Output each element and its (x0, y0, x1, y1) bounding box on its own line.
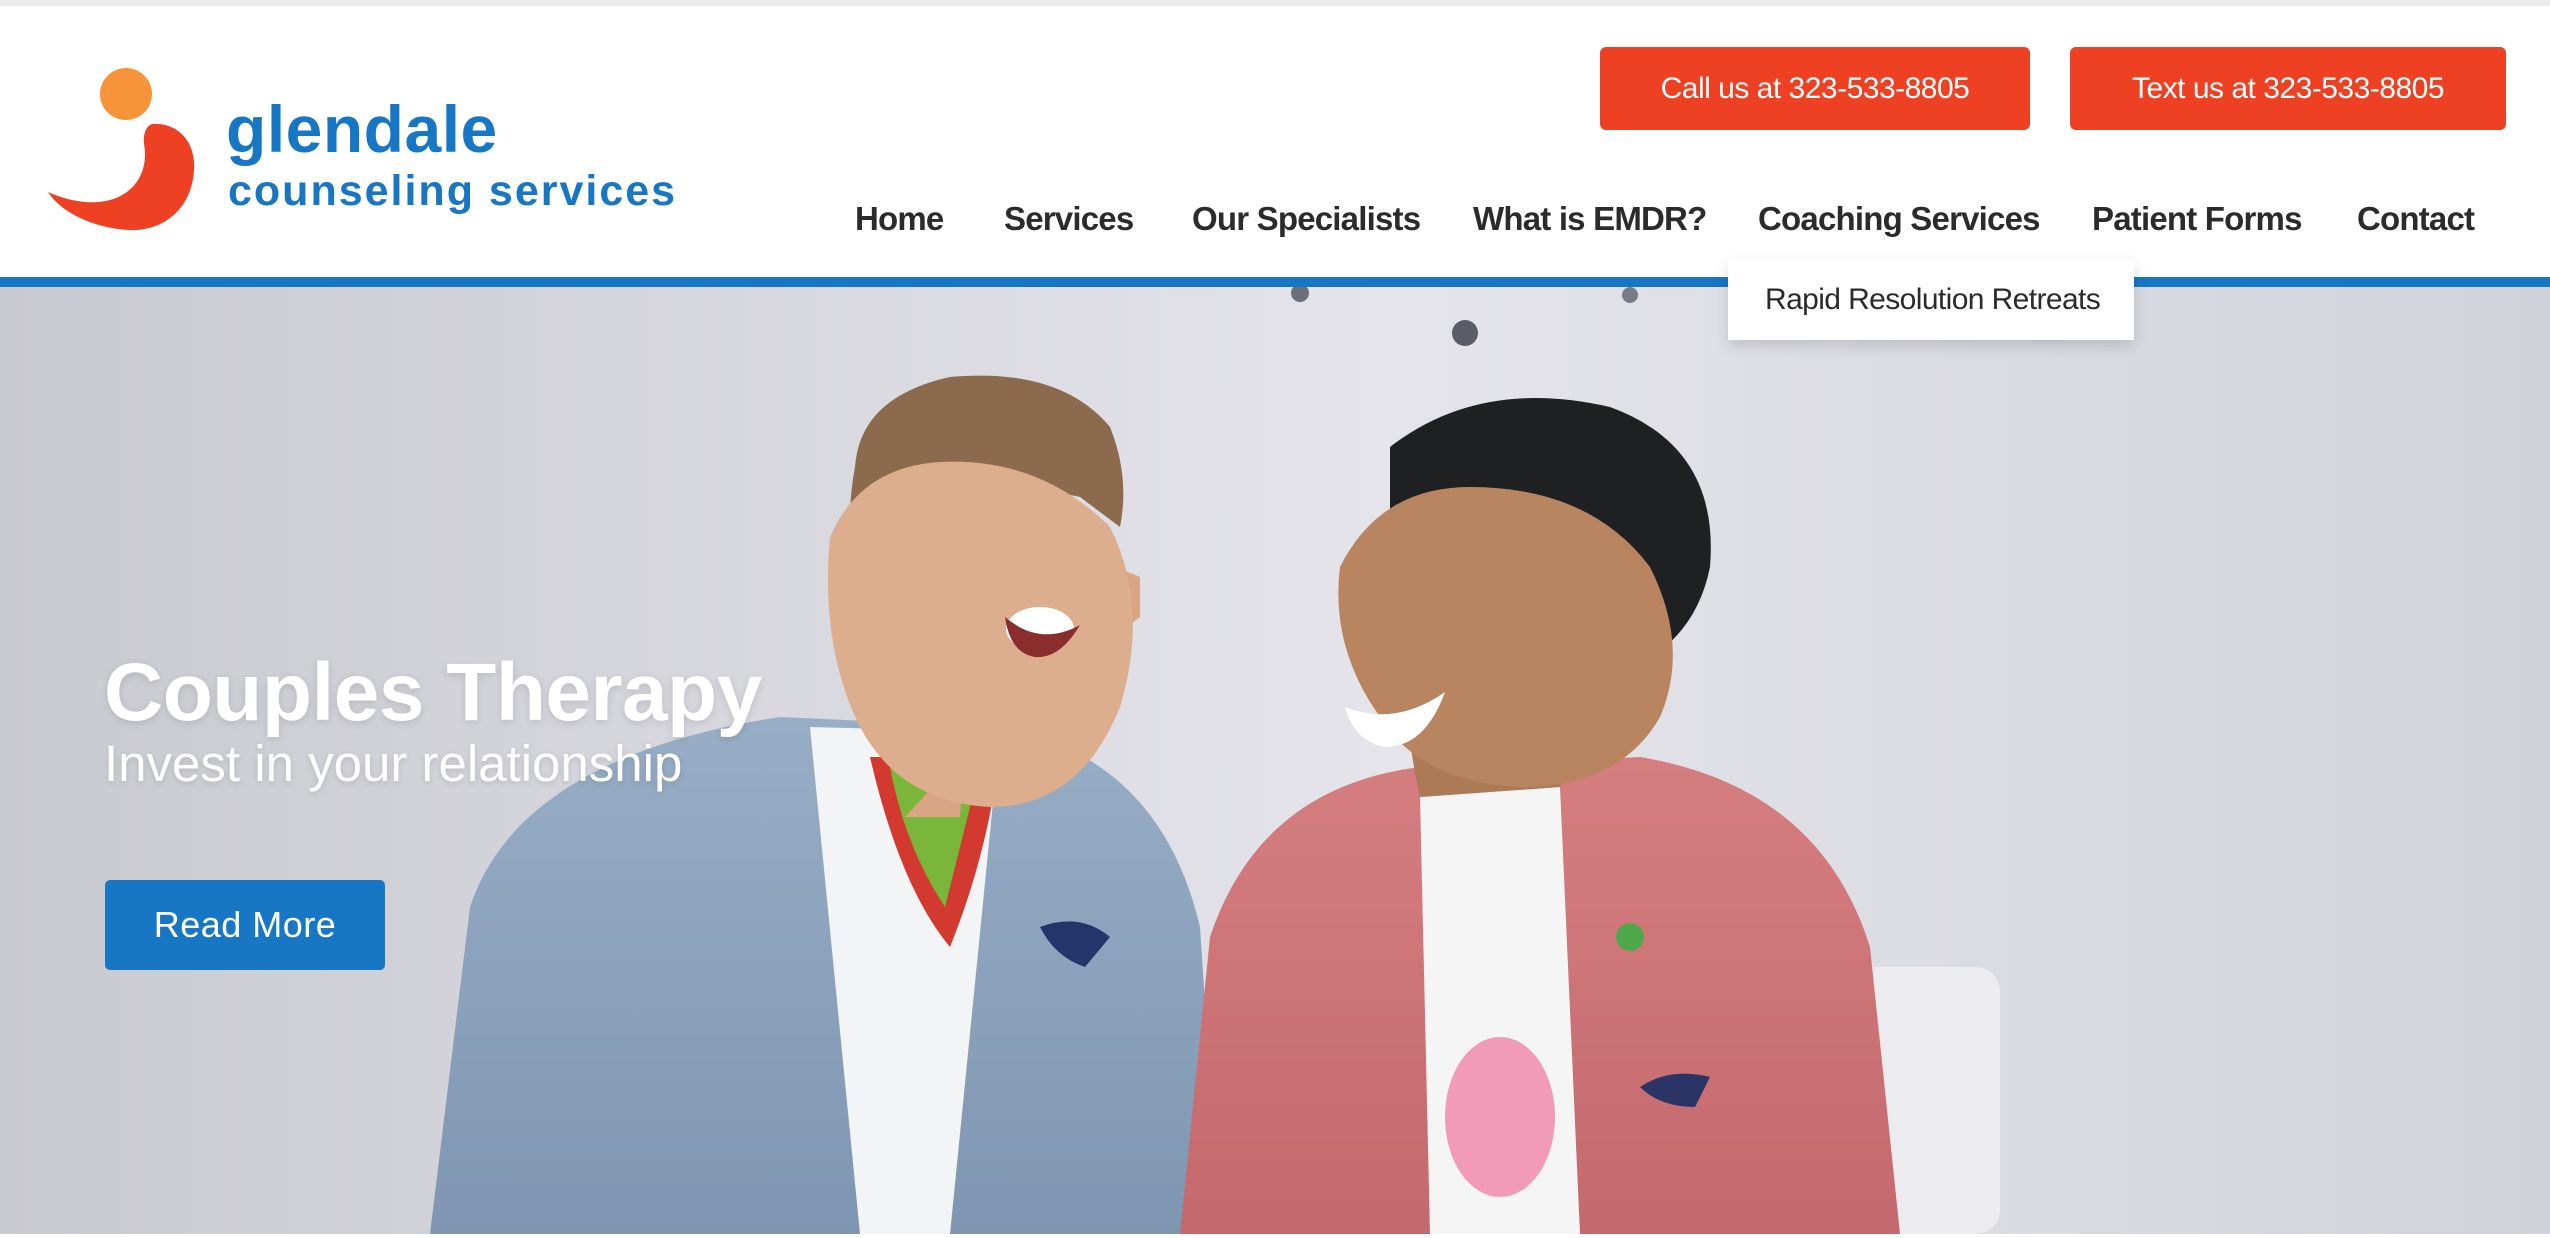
site-header: glendale counseling services Call us at … (0, 6, 2550, 278)
nav-item-contact[interactable]: Contact (2357, 196, 2475, 242)
header-divider (0, 277, 2550, 287)
hero-title: Couples Therapy (104, 646, 762, 738)
hero-banner: Couples Therapy Invest in your relations… (0, 287, 2550, 1234)
call-button[interactable]: Call us at 323-533-8805 (1600, 47, 2030, 130)
bottom-strip (0, 1234, 2550, 1238)
read-more-button[interactable]: Read More (105, 880, 385, 970)
nav-item-patient-forms[interactable]: Patient Forms (2092, 196, 2302, 242)
text-button[interactable]: Text us at 323-533-8805 (2070, 47, 2506, 130)
nav-item-home[interactable]: Home (855, 196, 944, 242)
nav-item-our-specialists[interactable]: Our Specialists (1192, 196, 1421, 242)
nav-item-what-is-emdr[interactable]: What is EMDR? (1473, 196, 1707, 242)
nav-item-services[interactable]: Services (1004, 196, 1134, 242)
nav-item-coaching-services[interactable]: Coaching Services (1758, 196, 2041, 242)
dropdown-item-rapid-resolution-retreats[interactable]: Rapid Resolution Retreats (1765, 283, 2101, 317)
logo-icon (48, 68, 195, 231)
logo-name-line2: counseling services (228, 167, 678, 215)
coaching-services-dropdown: Rapid Resolution Retreats (1728, 259, 2134, 340)
site-logo[interactable]: glendale counseling services (44, 64, 684, 234)
hero-subtitle: Invest in your relationship (104, 735, 683, 792)
logo-name-line1: glendale (226, 92, 498, 166)
